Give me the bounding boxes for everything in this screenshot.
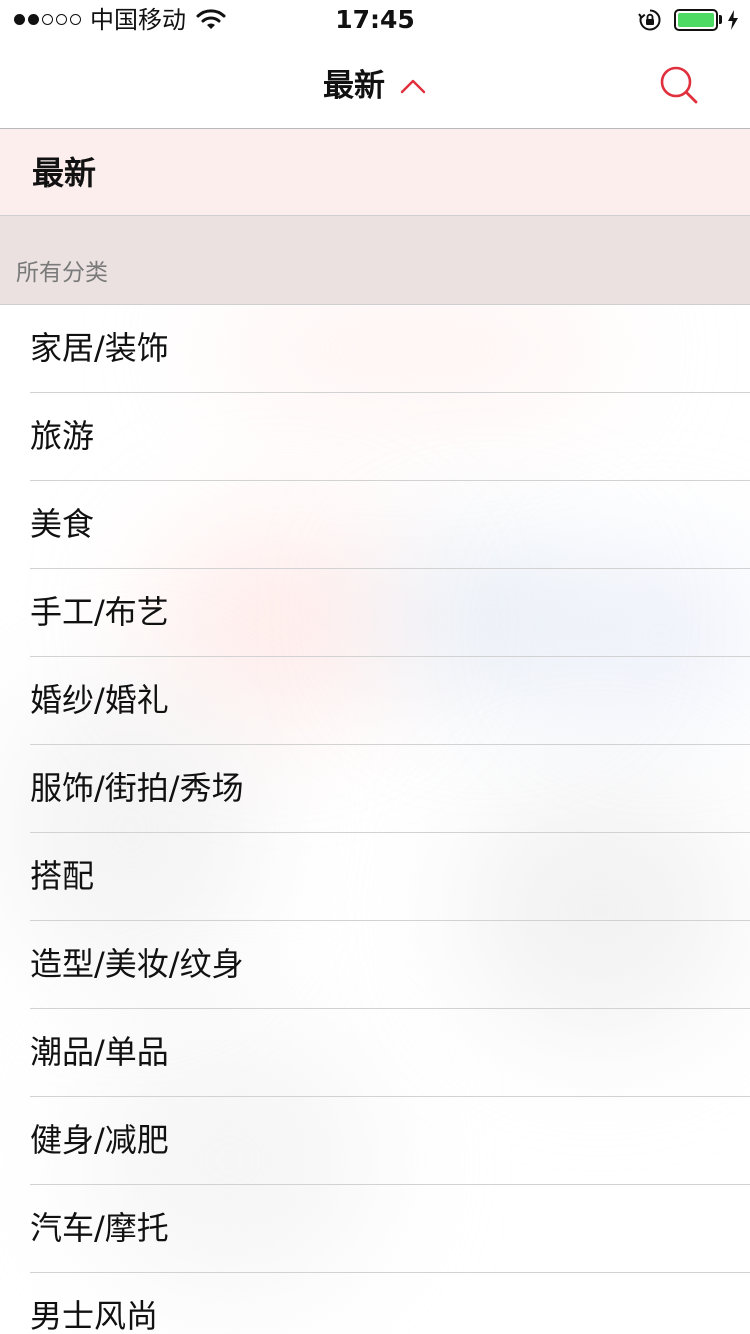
category-list-item[interactable]: 搭配 — [0, 833, 750, 921]
category-label: 潮品/单品 — [30, 1033, 169, 1071]
category-label: 健身/减肥 — [30, 1121, 169, 1159]
selected-category-label: 最新 — [32, 154, 97, 192]
category-label: 家居/装饰 — [30, 329, 169, 367]
category-label: 旅游 — [30, 417, 95, 455]
section-header-label: 所有分类 — [16, 260, 108, 286]
category-list-item[interactable]: 婚纱/婚礼 — [0, 657, 750, 745]
category-list: 家居/装饰旅游美食手工/布艺婚纱/婚礼服饰/街拍/秀场 搭配造型/美妆/纹身 潮品/… — [0, 305, 750, 1334]
category-list-item[interactable]: 服饰/街拍/秀场 — [0, 745, 750, 833]
chevron-up-icon — [400, 79, 426, 93]
category-list-item[interactable]: 汽车/摩托 — [0, 1185, 750, 1273]
search-icon[interactable] — [658, 64, 700, 106]
battery-icon — [674, 9, 718, 31]
nav-title: 最新 — [323, 67, 385, 104]
screen: 中国移动 17:45 最新 最新 所有分类 家居/装饰 旅游 美食 手工/布艺 … — [0, 0, 750, 1334]
battery-cap — [719, 15, 722, 24]
category-list-item[interactable]: 美食 — [0, 481, 750, 569]
category-label: 汽车/摩托 — [30, 1209, 169, 1247]
battery-level-fill — [678, 13, 714, 27]
category-list-item[interactable]: 健身/减肥 — [0, 1097, 750, 1185]
charging-bolt-icon — [728, 10, 738, 30]
category-label: 手工/布艺 — [30, 593, 169, 631]
rotation-lock-icon — [638, 9, 661, 31]
category-label: 造型/美妆/纹身 — [30, 945, 244, 983]
category-list-item[interactable]: 潮品/单品 — [0, 1009, 750, 1097]
selected-category-row[interactable]: 最新 — [0, 129, 750, 216]
category-label: 服饰/街拍/秀场 — [30, 769, 244, 807]
category-label: 婚纱/婚礼 — [30, 681, 169, 719]
category-list-item[interactable]: 手工/布艺 — [0, 569, 750, 657]
section-header: 所有分类 — [0, 216, 750, 305]
category-list-item[interactable]: 家居/装饰 — [0, 305, 750, 393]
category-label: 搭配 — [30, 857, 95, 895]
navigation-bar: 最新 — [0, 40, 750, 129]
category-label: 男士风尚 — [30, 1297, 159, 1334]
category-list-item[interactable]: 旅游 — [0, 393, 750, 481]
status-bar: 中国移动 17:45 — [0, 0, 750, 40]
category-list-item[interactable]: 男士风尚 — [0, 1273, 750, 1334]
nav-title-dropdown[interactable]: 最新 — [0, 64, 750, 106]
category-list-item[interactable]: 造型/美妆/纹身 — [0, 921, 750, 1009]
category-label: 美食 — [30, 505, 95, 543]
